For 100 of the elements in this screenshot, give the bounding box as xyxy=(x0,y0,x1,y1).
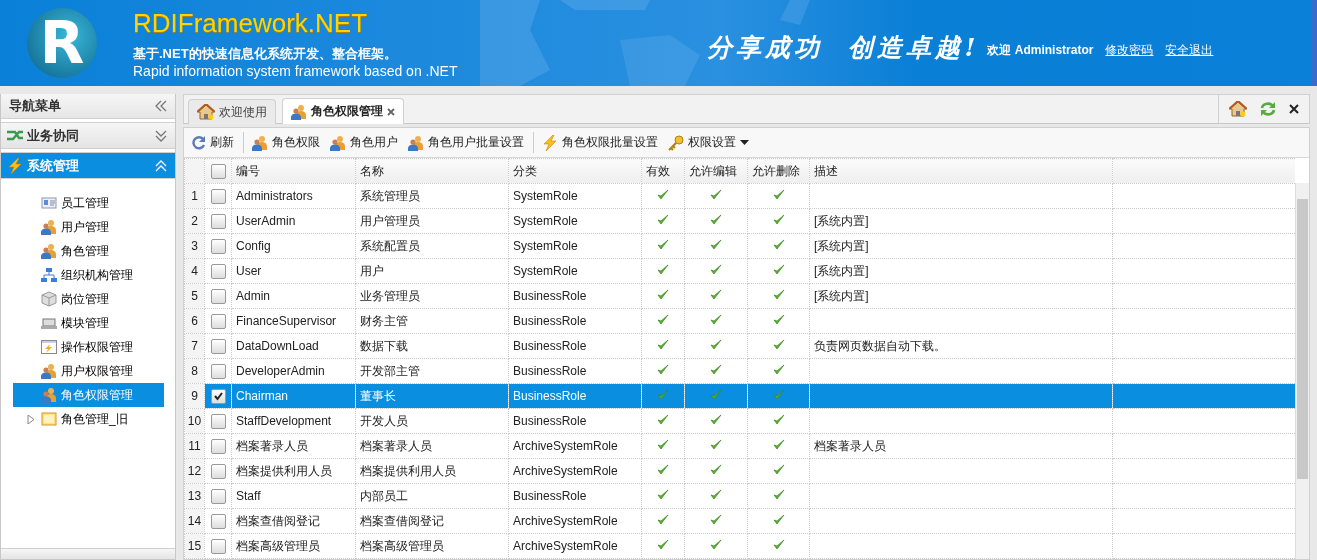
toolbar-button[interactable]: 刷新 xyxy=(188,132,238,153)
column-header[interactable]: 允许编辑 xyxy=(684,158,748,184)
table-row[interactable]: 8 DeveloperAdmin 开发部主管 BusinessRole xyxy=(184,358,1295,384)
toolbar-button[interactable]: 权限设置 xyxy=(664,132,753,153)
table-cell: StaffDevelopment xyxy=(231,408,356,434)
scrollbar[interactable] xyxy=(1295,183,1309,559)
checkbox[interactable] xyxy=(210,163,226,179)
table-cell: BusinessRole xyxy=(508,308,642,334)
nav-item[interactable]: 角色权限管理 xyxy=(13,383,164,407)
collapse-icon[interactable] xyxy=(155,100,167,112)
toolbar-button[interactable]: 角色权限 xyxy=(243,132,324,153)
caret-right-icon[interactable] xyxy=(27,414,35,424)
table-row[interactable]: 12 档案提供利用人员 档案提供利用人员 ArchiveSystemRole xyxy=(184,458,1295,484)
table-cell: BusinessRole xyxy=(508,408,642,434)
table-row[interactable]: 13 Staff 内部员工 BusinessRole xyxy=(184,483,1295,509)
table-cell: 系统配置员 xyxy=(355,233,509,259)
table-cell: Administrators xyxy=(231,183,356,209)
table-row[interactable]: 1 Administrators 系统管理员 SystemRole xyxy=(184,183,1295,209)
table-cell: 档案查借阅登记 xyxy=(355,508,509,534)
table-cell: DeveloperAdmin xyxy=(231,358,356,384)
table-row[interactable]: 9 Chairman 董事长 BusinessRole xyxy=(184,383,1295,409)
close-icon[interactable] xyxy=(1289,104,1299,114)
table-cell: 内部员工 xyxy=(355,483,509,509)
table-cell: 用户 xyxy=(355,258,509,284)
checkbox[interactable] xyxy=(210,263,226,279)
table-cell: BusinessRole xyxy=(508,483,642,509)
table-cell: User xyxy=(231,258,356,284)
table-cell: 财务主管 xyxy=(355,308,509,334)
nav-item[interactable]: 角色管理 xyxy=(13,239,164,263)
toolbar-button[interactable]: 角色用户批量设置 xyxy=(404,132,528,153)
table-row[interactable]: 6 FinanceSupervisor 财务主管 BusinessRole xyxy=(184,308,1295,334)
table-row[interactable]: 3 Config 系统配置员 SystemRole [系统内置] xyxy=(184,233,1295,259)
nav-item[interactable]: 角色管理_旧 xyxy=(13,407,164,431)
checkbox[interactable] xyxy=(210,338,226,354)
row-number: 12 xyxy=(184,458,205,484)
checkbox[interactable] xyxy=(210,388,226,404)
table-cell: SystemRole xyxy=(508,258,642,284)
checkbox[interactable] xyxy=(210,538,226,554)
table-cell: 档案提供利用人员 xyxy=(231,458,356,484)
app-subtitle: 基于.NET的快速信息化系统开发、整合框架。 xyxy=(133,44,397,63)
table-row[interactable]: 15 档案高级管理员 档案高级管理员 ArchiveSystemRole xyxy=(184,533,1295,559)
nav-item[interactable]: 用户权限管理 xyxy=(13,359,164,383)
accordion-header[interactable] xyxy=(1,548,175,559)
row-number: 7 xyxy=(184,333,205,359)
refresh-icon[interactable] xyxy=(1259,101,1277,117)
tab[interactable]: 欢迎使用 xyxy=(188,99,276,124)
toolbar-button[interactable]: 角色用户 xyxy=(326,132,402,153)
table-row[interactable]: 4 User 用户 SystemRole [系统内置] xyxy=(184,258,1295,284)
scrollbar-thumb[interactable] xyxy=(1297,199,1308,479)
checkbox[interactable] xyxy=(210,238,226,254)
column-header[interactable]: 分类 xyxy=(508,158,642,184)
table-row[interactable]: 14 档案查借阅登记 档案查借阅登记 ArchiveSystemRole xyxy=(184,508,1295,534)
table-row[interactable]: 7 DataDownLoad 数据下载 BusinessRole 负责网页数据自动下载。 xyxy=(184,333,1295,359)
column-header[interactable]: 描述 xyxy=(809,158,1113,184)
accordion-header[interactable]: 系统管理 xyxy=(1,152,175,179)
checkbox[interactable] xyxy=(210,438,226,454)
table-row[interactable]: 2 UserAdmin 用户管理员 SystemRole [系统内置] xyxy=(184,208,1295,234)
users-icon xyxy=(252,134,268,151)
nav-item[interactable]: 组织机构管理 xyxy=(13,263,164,287)
table-row[interactable]: 5 Admin 业务管理员 BusinessRole [系统内置] xyxy=(184,283,1295,309)
checkbox[interactable] xyxy=(210,188,226,204)
header-link[interactable]: 修改密码 xyxy=(1105,41,1154,59)
table-cell: ArchiveSystemRole xyxy=(508,533,642,559)
users-icon xyxy=(330,134,346,151)
accordion-header[interactable]: 业务协同 xyxy=(1,122,175,149)
toolbar-button[interactable]: 角色权限批量设置 xyxy=(533,132,662,153)
column-header[interactable]: 允许删除 xyxy=(747,158,810,184)
nav-item[interactable]: 用户管理 xyxy=(13,215,164,239)
column-header[interactable]: 有效 xyxy=(641,158,685,184)
table-cell: Staff xyxy=(231,483,356,509)
table-row[interactable]: 10 StaffDevelopment 开发人员 BusinessRole xyxy=(184,408,1295,434)
column-header[interactable]: 编号 xyxy=(231,158,356,184)
row-number: 6 xyxy=(184,308,205,334)
table-cell: ArchiveSystemRole xyxy=(508,508,642,534)
expand-icon[interactable] xyxy=(155,129,167,142)
row-number: 3 xyxy=(184,233,205,259)
checkbox[interactable] xyxy=(210,413,226,429)
row-number: 4 xyxy=(184,258,205,284)
checkbox[interactable] xyxy=(210,513,226,529)
table-cell: 负责网页数据自动下载。 xyxy=(809,333,1113,359)
checkbox[interactable] xyxy=(210,363,226,379)
table-cell: ArchiveSystemRole xyxy=(508,458,642,484)
checkbox[interactable] xyxy=(210,288,226,304)
nav-item[interactable]: 岗位管理 xyxy=(13,287,164,311)
checkbox[interactable] xyxy=(210,213,226,229)
checkbox[interactable] xyxy=(210,463,226,479)
nav-item[interactable]: 员工管理 xyxy=(13,191,164,215)
row-number: 8 xyxy=(184,358,205,384)
checkbox[interactable] xyxy=(210,488,226,504)
checkbox[interactable] xyxy=(210,313,226,329)
nav-item[interactable]: 模块管理 xyxy=(13,311,164,335)
column-header[interactable]: 名称 xyxy=(355,158,509,184)
nav-item[interactable]: 操作权限管理 xyxy=(13,335,164,359)
tab[interactable]: 角色权限管理 xyxy=(282,98,404,124)
header-link[interactable]: 安全退出 xyxy=(1165,41,1214,59)
house-icon xyxy=(1229,101,1247,117)
table-row[interactable]: 11 档案著录人员 档案著录人员 ArchiveSystemRole 档案著录人员 xyxy=(184,433,1295,459)
laptop-icon xyxy=(41,315,57,331)
row-number: 10 xyxy=(184,408,205,434)
app-title: RDIFramework.NET xyxy=(133,7,367,39)
